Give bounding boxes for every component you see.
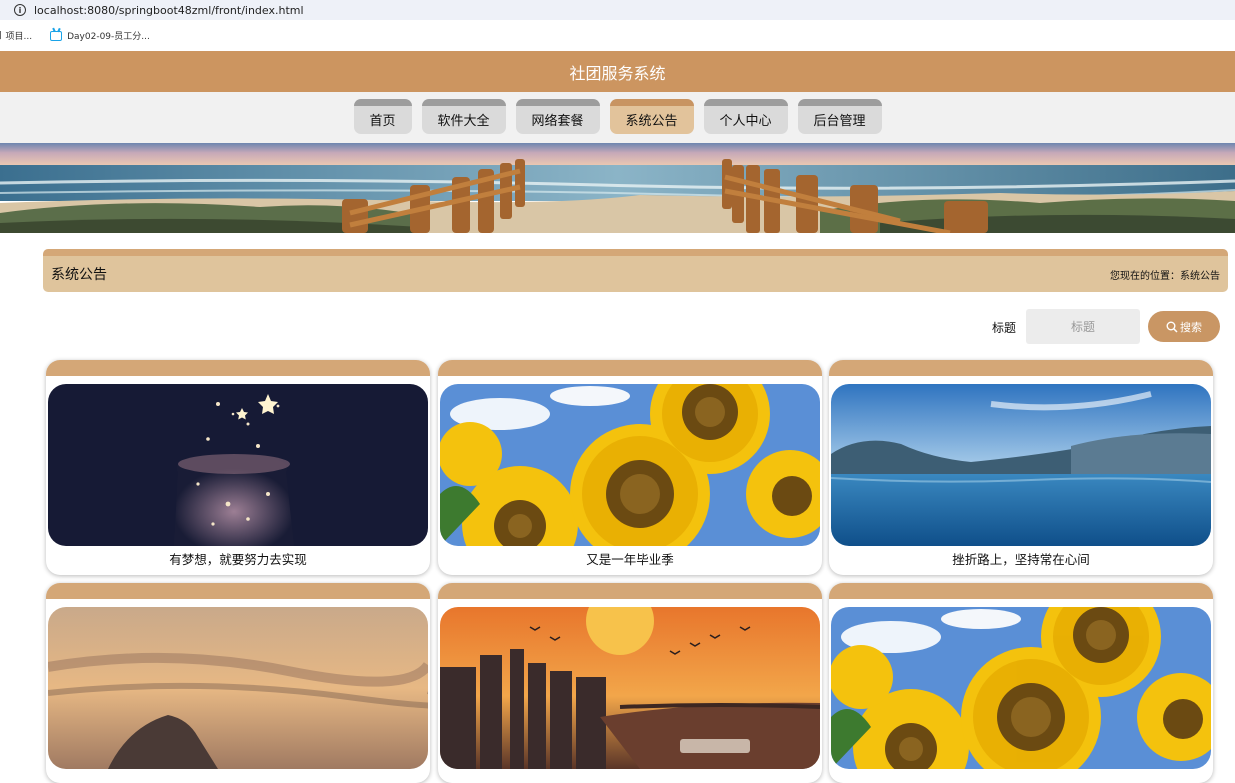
current-location: 您现在的位置：系统公告 (1110, 270, 1220, 282)
card-header-strip (829, 360, 1213, 376)
nav-tab-label: 后台管理 (813, 114, 866, 129)
nav-tab-home[interactable]: 首页 (353, 99, 412, 134)
announcement-card[interactable]: 挫折路上，坚持常在心间 (829, 360, 1213, 575)
nav-tab-label: 网络套餐 (531, 114, 584, 129)
site-title: 社团服务系统 (569, 63, 666, 83)
announcement-card[interactable] (829, 583, 1213, 783)
breadcrumb: 系统公告 您现在的位置：系统公告 (43, 249, 1228, 292)
site-header: 社团服务系统 (0, 51, 1235, 92)
announcement-card[interactable] (46, 583, 430, 783)
nav-tab-label: 系统公告 (625, 114, 678, 129)
browser-address-bar[interactable]: i localhost:8080/springboot48zml/front/i… (0, 0, 1235, 20)
bookmark-item[interactable]: ] 项目... (0, 29, 33, 43)
nav-tab-label: 个人中心 (719, 114, 772, 129)
nav-tab-personal-center[interactable]: 个人中心 (703, 99, 788, 134)
announcement-card[interactable] (438, 583, 822, 783)
bookmark-bracket-icon: ] (0, 31, 2, 41)
bookmarks-bar: ] 项目... Day02-09-员工分... (0, 20, 1235, 51)
beach-fence-illustration (0, 143, 1235, 233)
nav-tab-network-plans[interactable]: 网络套餐 (515, 99, 600, 134)
url-text: localhost:8080/springboot48zml/front/ind… (34, 3, 304, 17)
card-title: 又是一年毕业季 (586, 552, 674, 567)
card-image-sunflowers (440, 384, 820, 546)
page-title: 系统公告 (51, 267, 107, 283)
banner-image (0, 143, 1235, 233)
card-header-strip (438, 583, 822, 599)
card-header-strip (438, 360, 822, 376)
nav-tab-label: 软件大全 (437, 114, 490, 129)
search-label: 标题 (992, 321, 1017, 335)
announcement-card[interactable]: 又是一年毕业季 (438, 360, 822, 575)
bilibili-icon (50, 30, 63, 41)
site-info-icon[interactable]: i (14, 4, 26, 16)
search-button-label: 搜索 (1180, 320, 1202, 334)
card-image-city-river-sunset (440, 607, 820, 769)
main-nav: 首页 软件大全 网络套餐 系统公告 个人中心 后台管理 (0, 92, 1235, 143)
card-image-starry-jar (48, 384, 428, 546)
card-header-strip (829, 583, 1213, 599)
card-title: 有梦想，就要努力去实现 (169, 552, 307, 567)
card-image-sunflowers (831, 607, 1211, 769)
bookmark-item[interactable]: Day02-09-员工分... (50, 29, 150, 42)
bookmark-label: Day02-09-员工分... (67, 32, 150, 42)
card-header-strip (46, 583, 430, 599)
card-header-strip (46, 360, 430, 376)
nav-tab-label: 首页 (369, 114, 396, 129)
nav-tab-admin[interactable]: 后台管理 (797, 99, 882, 134)
card-title: 挫折路上，坚持常在心间 (952, 552, 1090, 567)
card-image-mountain-lake (831, 384, 1211, 546)
card-image-sunset-sky (48, 607, 428, 769)
search-icon (1166, 321, 1178, 333)
nav-tab-announcements[interactable]: 系统公告 (609, 99, 694, 134)
title-search-input[interactable] (1026, 309, 1140, 344)
announcement-card[interactable]: 有梦想，就要努力去实现 (46, 360, 430, 575)
bookmark-label: 项目... (5, 32, 33, 42)
search-button[interactable]: 搜索 (1148, 311, 1220, 342)
nav-tab-software[interactable]: 软件大全 (421, 99, 506, 134)
